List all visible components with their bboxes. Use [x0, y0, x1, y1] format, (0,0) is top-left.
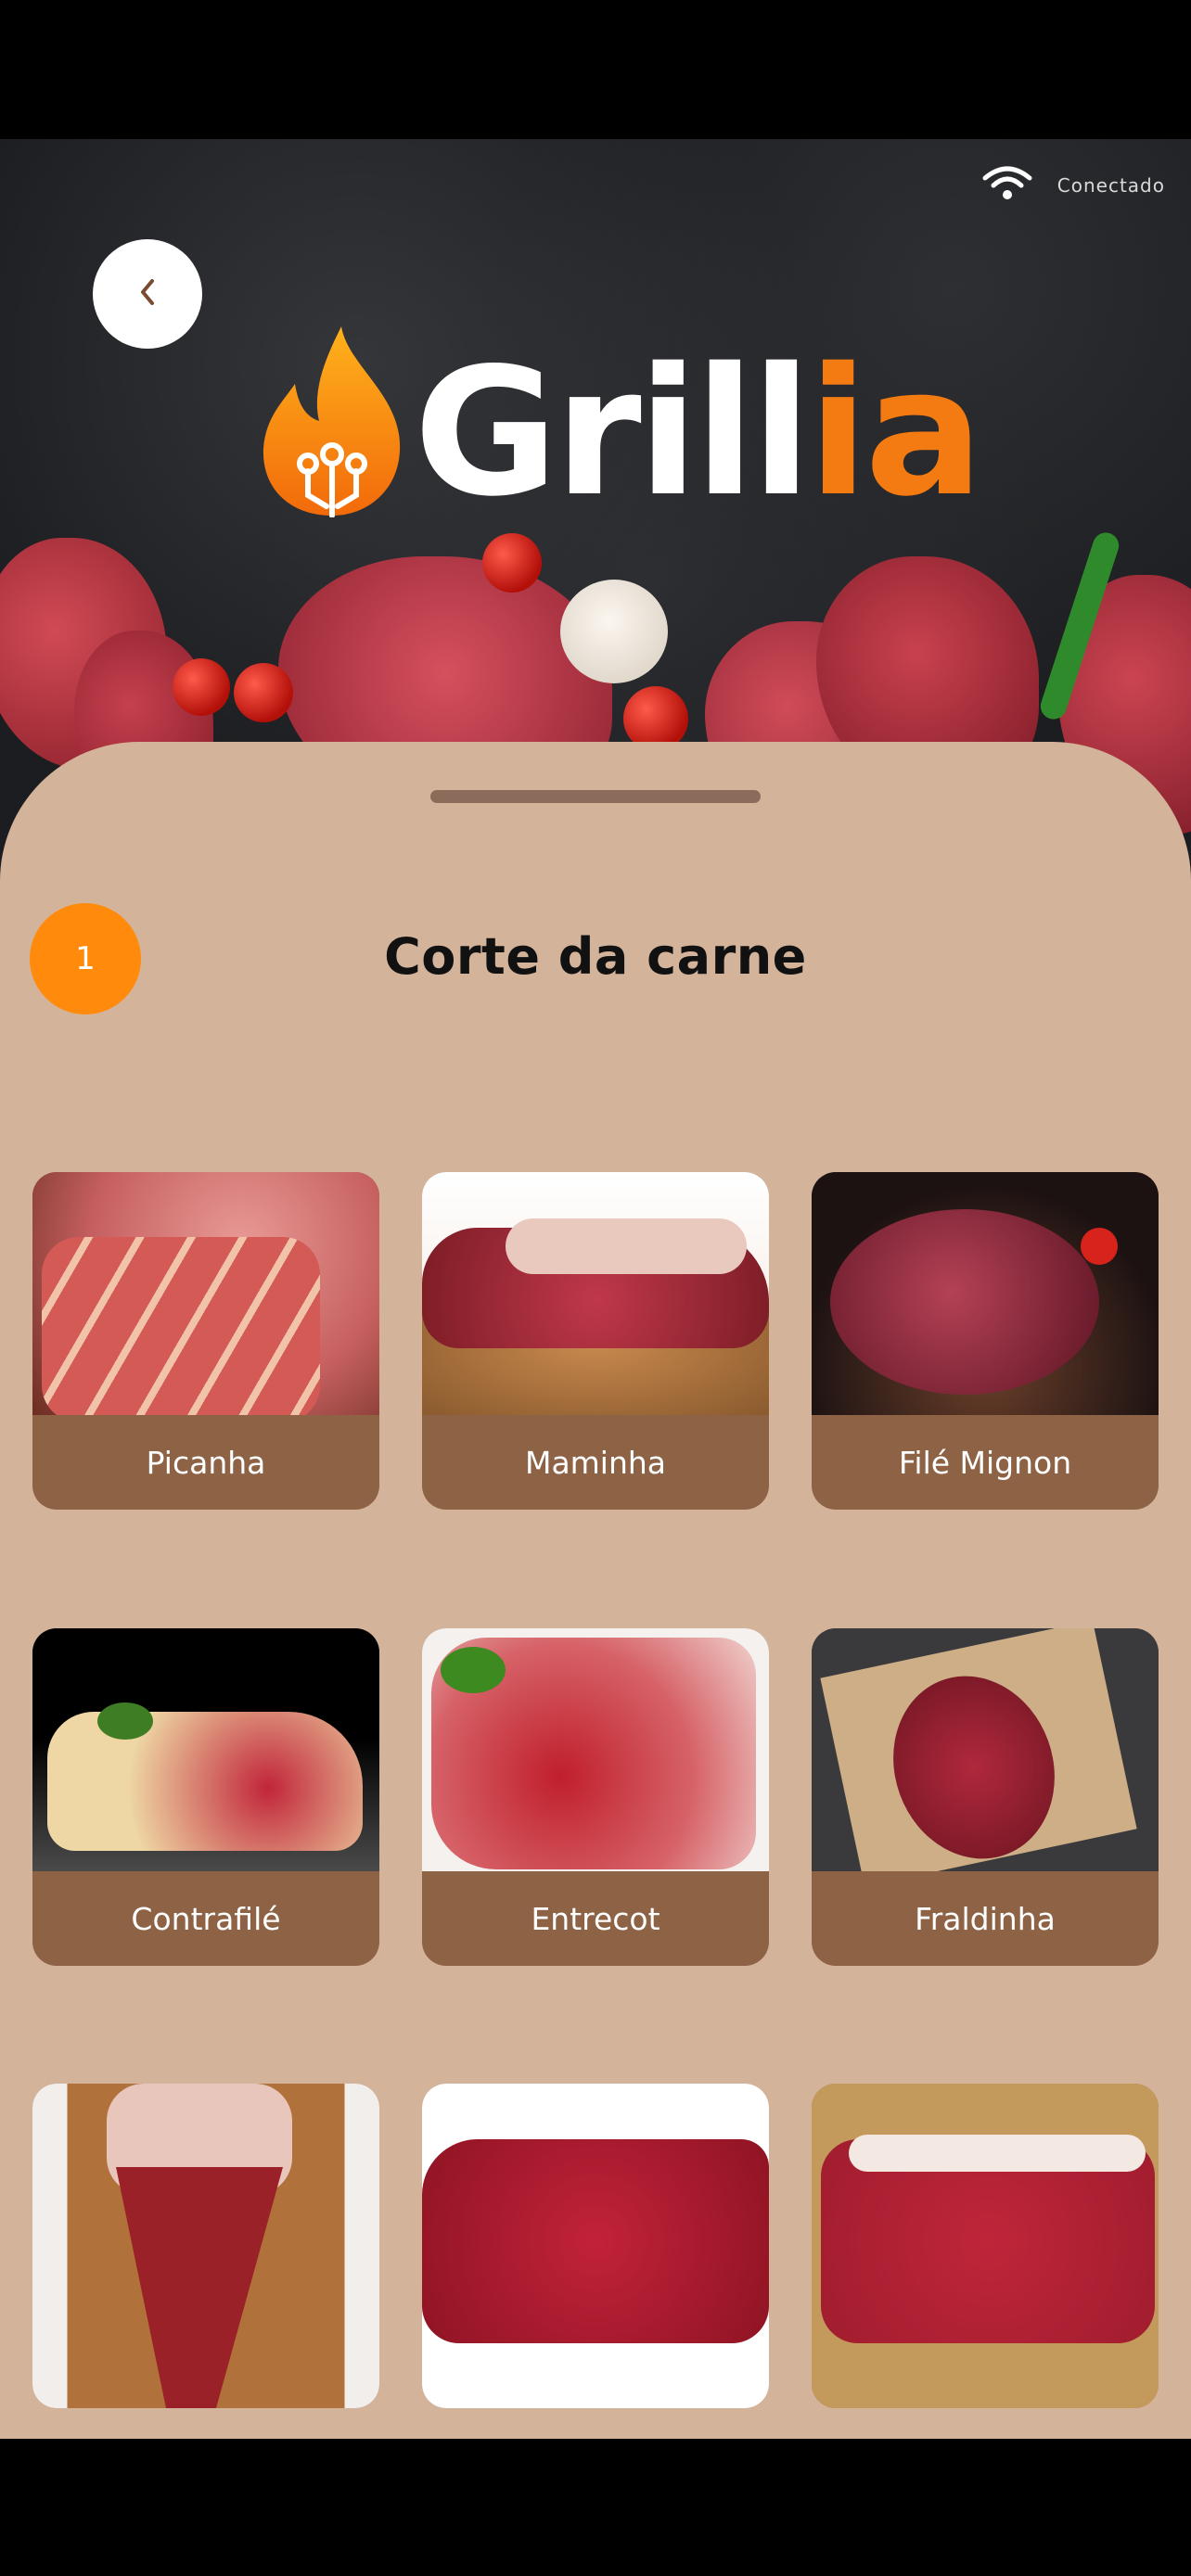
app-logo: Grillia [262, 325, 983, 521]
top-black-bar [0, 0, 1191, 139]
tomato-decoration [482, 533, 542, 593]
cut-card-entrecot[interactable]: Entrecot [422, 1628, 769, 1966]
logo-text-white: Grill [414, 330, 812, 535]
picanha-photo [32, 1172, 379, 1415]
section-title: Corte da carne [384, 927, 807, 986]
logo-text-orange: ia [808, 330, 983, 535]
tomato-decoration [234, 663, 293, 722]
file-mignon-photo [812, 1172, 1159, 1415]
tomato-decoration [173, 658, 230, 716]
chevron-left-icon [134, 274, 161, 314]
cut-card-fraldinha[interactable]: Fraldinha [812, 1628, 1159, 1966]
bottom-sheet: 1 Corte da carne Picanha Maminha Filé Mi… [0, 742, 1191, 2439]
cut-7-photo [32, 2084, 379, 2408]
garlic-decoration [560, 580, 668, 683]
system-navigation-bar [0, 2439, 1191, 2576]
connection-status: Conectado [1057, 174, 1165, 197]
cut-card-9[interactable] [812, 2084, 1159, 2408]
wifi-icon [981, 165, 1033, 206]
drag-handle[interactable] [430, 790, 761, 803]
cut-card-maminha[interactable]: Maminha [422, 1172, 769, 1510]
fraldinha-photo [812, 1628, 1159, 1871]
cut-card-7[interactable] [32, 2084, 379, 2408]
back-button[interactable] [93, 239, 202, 349]
cut-card-picanha[interactable]: Picanha [32, 1172, 379, 1510]
contrafile-photo [32, 1628, 379, 1871]
status-bar: Conectado [981, 165, 1165, 206]
entrecot-photo [422, 1628, 769, 1871]
cut-label: Filé Mignon [898, 1444, 1072, 1481]
flame-icon [262, 325, 403, 521]
logo-wordmark: Grillia [414, 345, 983, 521]
cut-card-file-mignon[interactable]: Filé Mignon [812, 1172, 1159, 1510]
cut-8-photo [422, 2084, 769, 2408]
maminha-photo [422, 1172, 769, 1415]
cut-label: Maminha [524, 1444, 667, 1481]
cut-label: Picanha [146, 1444, 266, 1481]
cut-label: Contrafilé [131, 1900, 281, 1937]
cut-label: Entrecot [531, 1900, 660, 1937]
cut-card-8[interactable] [422, 2084, 769, 2408]
cut-9-photo [812, 2084, 1159, 2408]
cut-card-contrafile[interactable]: Contrafilé [32, 1628, 379, 1966]
cut-label: Fraldinha [915, 1900, 1056, 1937]
